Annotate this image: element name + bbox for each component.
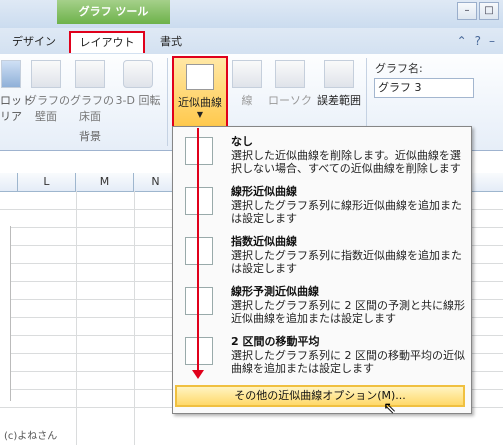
3d-rotation-button[interactable]: 3-D 回転 bbox=[113, 60, 163, 108]
chart-name-input[interactable]: グラフ 3 bbox=[374, 78, 474, 98]
menu-item-desc: 選択したグラフ系列に 2 区間の予測と共に線形近似曲線を追加または設定します bbox=[231, 299, 465, 325]
group-separator bbox=[167, 58, 168, 146]
title-bar: グラフ ツール – □ bbox=[0, 0, 503, 28]
menu-item-title: なし bbox=[231, 135, 253, 148]
chart-floor-label: グラフの 床面 bbox=[70, 94, 114, 123]
exponential-trendline-icon bbox=[185, 237, 213, 265]
window-buttons: – □ bbox=[457, 2, 499, 20]
menu-item-exponential[interactable]: 指数近似曲線 選択したグラフ系列に指数近似曲線を追加または設定します bbox=[173, 229, 471, 279]
menu-item-desc: 選択した近似曲線を削除します。近似曲線を選択しない場合、すべての近似曲線を削除し… bbox=[231, 149, 461, 175]
chart-name-label: グラフ名: bbox=[375, 62, 423, 75]
annotation-arrow-head bbox=[192, 370, 204, 379]
3d-rotation-label: 3-D 回転 bbox=[115, 94, 161, 107]
menu-item-linear[interactable]: 線形近似曲線 選択したグラフ系列に線形近似曲線を追加または設定します bbox=[173, 179, 471, 229]
menu-item-title: 線形近似曲線 bbox=[231, 185, 297, 198]
tab-design[interactable]: デザイン bbox=[6, 31, 62, 53]
menu-item-desc: 選択したグラフ系列に 2 区間の移動平均の近似曲線を追加または設定します bbox=[231, 349, 465, 375]
lines-label: 線 bbox=[241, 94, 253, 107]
menu-item-desc: 選択したグラフ系列に指数近似曲線を追加または設定します bbox=[231, 249, 462, 275]
plot-area-label: ロット リア bbox=[0, 94, 33, 123]
minimize-button[interactable]: – bbox=[457, 2, 477, 20]
menu-item-title: 指数近似曲線 bbox=[231, 235, 297, 248]
more-trendline-options-button[interactable]: その他の近似曲線オプション(M)... bbox=[175, 385, 465, 407]
moving-average-icon bbox=[185, 337, 213, 365]
minimize-ribbon-icon[interactable]: – bbox=[489, 34, 495, 48]
chevron-up-icon[interactable]: ⌃ bbox=[457, 34, 467, 48]
group-label-background: 背景 bbox=[79, 130, 101, 143]
trendline-label: 近似曲線 bbox=[178, 96, 222, 109]
updown-bars-label: ローソク bbox=[268, 94, 312, 107]
3d-rotation-icon bbox=[123, 60, 153, 88]
chart-object-edge[interactable] bbox=[0, 226, 11, 401]
chart-floor-button[interactable]: グラフの 床面 bbox=[70, 60, 114, 124]
chart-tools-context-header: グラフ ツール bbox=[57, 0, 170, 24]
help-icon[interactable]: ? bbox=[475, 34, 481, 48]
trendline-menu: なし 選択した近似曲線を削除します。近似曲線を選択しない場合、すべての近似曲線を… bbox=[172, 126, 472, 414]
tab-right-icons: ⌃ ? – bbox=[457, 34, 495, 48]
chart-floor-icon bbox=[75, 60, 105, 88]
plot-area-button[interactable]: ロット リア bbox=[0, 60, 33, 124]
menu-item-title: 線形予測近似曲線 bbox=[231, 285, 319, 298]
error-bars-button[interactable]: 誤差範囲 bbox=[314, 60, 364, 108]
menu-item-none[interactable]: なし 選択した近似曲線を削除します。近似曲線を選択しない場合、すべての近似曲線を… bbox=[173, 129, 471, 179]
linear-forecast-icon bbox=[185, 287, 213, 315]
column-header-m[interactable]: M bbox=[76, 173, 134, 191]
no-trendline-icon bbox=[185, 137, 213, 165]
maximize-button[interactable]: □ bbox=[479, 2, 499, 20]
menu-item-moving-average[interactable]: 2 区間の移動平均 選択したグラフ系列に 2 区間の移動平均の近似曲線を追加また… bbox=[173, 329, 471, 379]
plot-area-icon bbox=[1, 60, 21, 88]
tab-format[interactable]: 書式 bbox=[150, 31, 192, 53]
error-bars-icon bbox=[324, 60, 354, 88]
chart-wall-button[interactable]: グラフの 壁面 bbox=[26, 60, 70, 124]
mouse-cursor-icon: ⇖ bbox=[383, 398, 397, 417]
annotation-arrow bbox=[197, 128, 199, 371]
tab-layout[interactable]: レイアウト bbox=[69, 31, 145, 53]
error-bars-label: 誤差範囲 bbox=[317, 94, 361, 107]
ribbon-tabs: デザイン レイアウト 書式 ⌃ ? – bbox=[0, 28, 503, 55]
chart-wall-label: グラフの 壁面 bbox=[26, 94, 70, 123]
linear-trendline-icon bbox=[185, 187, 213, 215]
chart-wall-icon bbox=[31, 60, 61, 88]
menu-item-title: 2 区間の移動平均 bbox=[231, 335, 320, 348]
trendline-icon bbox=[186, 64, 214, 90]
column-header-l[interactable]: L bbox=[18, 173, 76, 191]
updown-bars-icon bbox=[275, 60, 305, 88]
updown-bars-button[interactable]: ローソク bbox=[268, 60, 312, 108]
menu-item-desc: 選択したグラフ系列に線形近似曲線を追加または設定します bbox=[231, 199, 462, 225]
column-header[interactable] bbox=[0, 173, 18, 191]
menu-item-linear-forecast[interactable]: 線形予測近似曲線 選択したグラフ系列に 2 区間の予測と共に線形近似曲線を追加ま… bbox=[173, 279, 471, 329]
lines-icon bbox=[232, 60, 262, 88]
chevron-down-icon: ▼ bbox=[196, 110, 204, 119]
copyright-text: (c)よねさん bbox=[4, 431, 58, 442]
trendline-button[interactable]: 近似曲線 ▼ bbox=[172, 56, 228, 128]
lines-button[interactable]: 線 bbox=[232, 60, 262, 108]
